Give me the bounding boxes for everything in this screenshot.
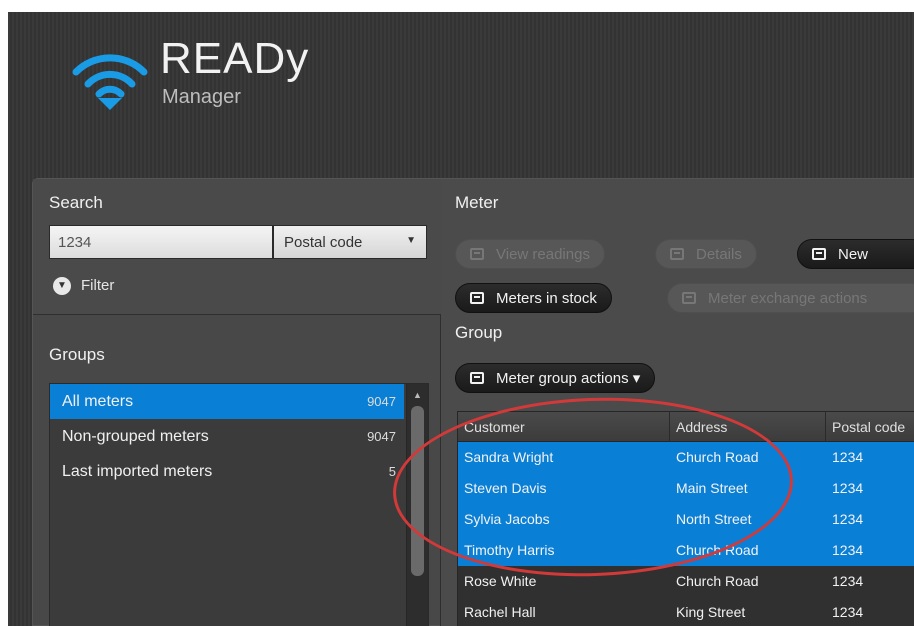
cell-customer: Rose White [464,573,537,589]
cell-address: Church Road [676,542,759,558]
search-section: Search 1234 Postal code ▼ ▼ Filter [33,179,441,315]
table-row[interactable]: Timothy Harris Church Road 1234 [458,535,914,566]
groups-label: Groups [49,345,105,364]
meter-label: Meter [455,193,499,212]
wifi-download-icon [72,54,148,110]
search-field-value: Postal code [284,234,363,251]
table-header: Customer Address Postal code [458,412,914,442]
main-panel: Search 1234 Postal code ▼ ▼ Filter Groups… [32,178,914,626]
filter-toggle[interactable]: ▼ Filter [53,277,115,296]
group-item-label: Last imported meters [62,463,213,480]
cell-postal-code: 1234 [832,542,864,558]
app-subtitle: Manager [162,86,241,108]
details-button[interactable]: Details [655,239,757,269]
cell-customer: Steven Davis [464,480,547,496]
cell-postal-code: 1234 [832,511,864,527]
group-item-label: Non-grouped meters [62,428,209,445]
table-row[interactable]: Rachel Hall King Street 1234 [458,597,914,626]
cell-address: North Street [676,511,752,527]
meters-table: Customer Address Postal code Sandra Wrig… [457,411,914,626]
expand-circle-icon: ▼ [53,277,71,296]
cell-postal-code: 1234 [832,573,864,589]
cell-postal-code: 1234 [832,480,864,496]
details-label: Details [696,246,742,263]
cell-address: King Street [676,604,746,620]
meters-in-stock-label: Meters in stock [496,290,597,307]
chevron-down-icon: ▼ [406,235,416,246]
column-header-customer[interactable]: Customer [458,412,670,442]
table-row[interactable]: Rose White Church Road 1234 [458,566,914,597]
table-row[interactable]: Sandra Wright Church Road 1234 [458,442,914,473]
meter-group-actions-button[interactable]: Meter group actions ▾ [455,363,656,393]
groups-list: All meters 9047 Non-grouped meters 9047 … [49,383,429,626]
group-item-count: 9047 [367,394,396,409]
meter-exchange-actions-button[interactable]: Meter exchange actions [667,283,914,313]
app-logo: READy Manager [70,34,330,124]
cell-customer: Rachel Hall [464,604,536,620]
table-row[interactable]: Sylvia Jacobs North Street 1234 [458,504,914,535]
cell-postal-code: 1234 [832,449,864,465]
list-icon [470,248,484,260]
meter-exchange-actions-label: Meter exchange actions [708,290,868,307]
cell-customer: Sandra Wright [464,449,554,465]
scrollbar-thumb[interactable] [411,406,424,576]
new-button[interactable]: New [797,239,914,269]
right-pane: Meter View readings Details New Meters i… [441,179,914,626]
app-brand: READy [160,34,310,83]
group-item-count: 5 [388,464,396,479]
group-actions-icon [470,372,484,384]
new-label: New [838,246,869,263]
cell-address: Church Road [676,573,759,589]
group-item-count: 9047 [367,429,396,444]
group-label: Group [455,323,503,342]
groups-scrollbar[interactable]: ▲ [406,384,428,626]
search-field-select[interactable]: Postal code ▼ [273,225,427,259]
view-readings-button[interactable]: View readings [455,239,605,269]
group-item-last-imported[interactable]: Last imported meters 5 [50,454,404,489]
ready-manager-window: READy Manager Search 1234 Postal code ▼ … [8,12,914,626]
meter-group-actions-label: Meter group actions ▾ [496,370,641,387]
scroll-up-icon[interactable]: ▲ [413,390,422,400]
search-label: Search [49,193,103,212]
exchange-icon [682,292,696,304]
new-icon [812,248,826,260]
filter-label: Filter [81,277,115,294]
group-item-all-meters[interactable]: All meters 9047 [50,384,404,419]
meters-in-stock-button[interactable]: Meters in stock [455,283,612,313]
cell-customer: Timothy Harris [464,542,555,558]
column-header-postal-code[interactable]: Postal code [826,412,914,442]
column-header-address[interactable]: Address [670,412,826,442]
left-pane: Search 1234 Postal code ▼ ▼ Filter Groups… [33,179,441,626]
stock-icon [470,292,484,304]
view-readings-label: View readings [496,246,590,263]
cell-address: Church Road [676,449,759,465]
cell-postal-code: 1234 [832,604,864,620]
search-input[interactable]: 1234 [49,225,273,259]
table-row[interactable]: Steven Davis Main Street 1234 [458,473,914,504]
group-item-label: All meters [62,393,134,410]
cell-customer: Sylvia Jacobs [464,511,550,527]
cell-address: Main Street [676,480,748,496]
details-icon [670,248,684,260]
group-item-non-grouped[interactable]: Non-grouped meters 9047 [50,419,404,454]
